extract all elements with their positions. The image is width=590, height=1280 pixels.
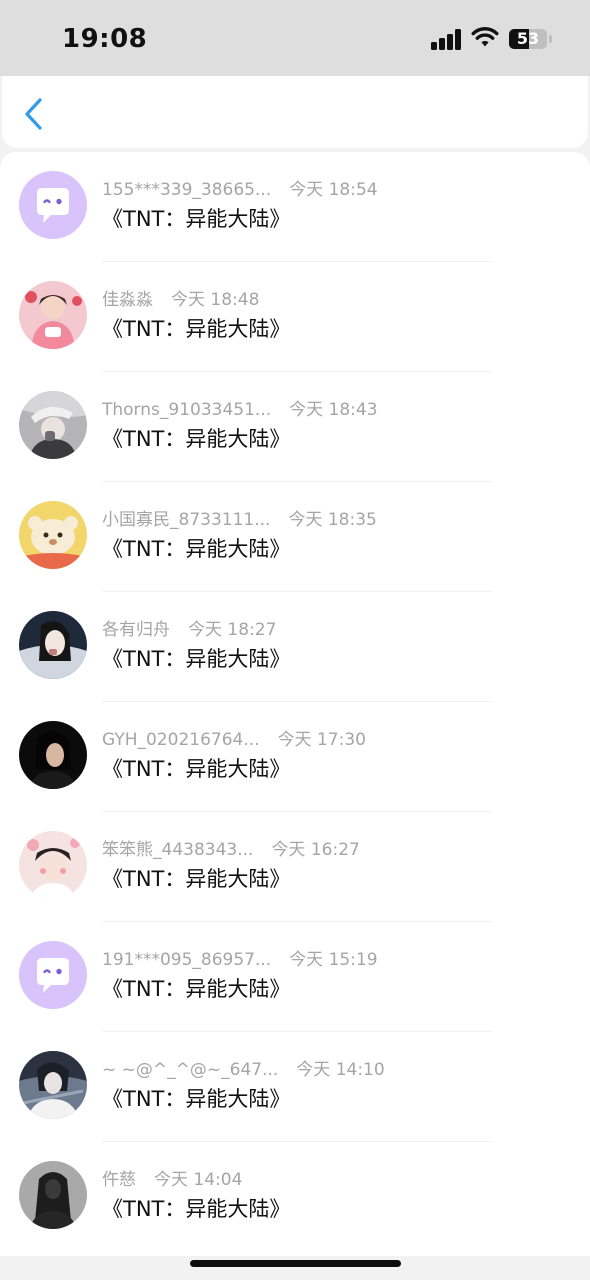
message-preview: 《TNT：异能大陆》	[102, 207, 291, 231]
message-preview: 《TNT：异能大陆》	[102, 1087, 291, 1111]
item-meta: 仵慈 今天 14:04	[102, 1168, 242, 1192]
message-preview: 《TNT：异能大陆》	[102, 647, 291, 671]
list-item[interactable]: 佳淼淼 今天 18:48 《TNT：异能大陆》	[0, 262, 590, 372]
sender-name: 仵慈	[102, 1170, 136, 1190]
battery-cap	[549, 35, 552, 43]
avatar	[19, 391, 87, 459]
timestamp: 今天 14:04	[154, 1170, 243, 1190]
timestamp: 今天 18:54	[289, 180, 378, 200]
avatar	[19, 831, 87, 899]
list-item[interactable]: 笨笨熊_4438343... 今天 16:27 《TNT：异能大陆》	[0, 812, 590, 922]
status-time: 19:08	[62, 24, 148, 54]
screen: 19:08 53 155***339_38665... 今天 18:54 《TN…	[0, 0, 590, 1280]
item-meta: GYH_020216764... 今天 17:30	[102, 728, 366, 752]
sender-name: 各有归舟	[102, 620, 170, 640]
list-item[interactable]: 仵慈 今天 14:04 《TNT：异能大陆》	[0, 1142, 590, 1252]
sender-name: 佳淼淼	[102, 290, 153, 310]
sender-name: 小国寡民_8733111...	[102, 510, 271, 530]
avatar	[19, 611, 87, 679]
message-preview: 《TNT：异能大陆》	[102, 977, 291, 1001]
home-indicator	[190, 1260, 401, 1267]
timestamp: 今天 16:27	[271, 840, 360, 860]
profile-photo	[19, 611, 87, 679]
sender-name: 笨笨熊_4438343...	[102, 840, 254, 860]
signal-icon	[431, 28, 463, 50]
timestamp: 今天 18:43	[289, 400, 378, 420]
profile-photo	[19, 391, 87, 459]
profile-photo	[19, 501, 87, 569]
message-preview: 《TNT：异能大陆》	[102, 1197, 291, 1221]
wifi-icon	[471, 27, 499, 47]
message-preview: 《TNT：异能大陆》	[102, 427, 291, 451]
list-item[interactable]: GYH_020216764... 今天 17:30 《TNT：异能大陆》	[0, 702, 590, 812]
profile-photo	[19, 831, 87, 899]
back-button[interactable]	[16, 96, 52, 132]
avatar	[19, 941, 87, 1009]
item-meta: ~ ~@^_^@~_647... 今天 14:10	[102, 1058, 385, 1082]
list-item[interactable]: 各有归舟 今天 18:27 《TNT：异能大陆》	[0, 592, 590, 702]
item-meta: 小国寡民_8733111... 今天 18:35	[102, 508, 377, 532]
item-meta: Thorns_91033451... 今天 18:43	[102, 398, 378, 422]
sender-name: GYH_020216764...	[102, 730, 260, 750]
list-item[interactable]: 155***339_38665... 今天 18:54 《TNT：异能大陆》	[0, 152, 590, 262]
message-list: 155***339_38665... 今天 18:54 《TNT：异能大陆》 佳淼…	[0, 152, 590, 1256]
profile-photo	[19, 281, 87, 349]
battery-icon: 53	[509, 29, 547, 49]
list-item[interactable]: ~ ~@^_^@~_647... 今天 14:10 《TNT：异能大陆》	[0, 1032, 590, 1142]
sender-name: Thorns_91033451...	[102, 400, 272, 420]
sender-name: 155***339_38665...	[102, 180, 272, 200]
message-preview: 《TNT：异能大陆》	[102, 537, 291, 561]
battery-percentage: 53	[516, 29, 540, 48]
message-preview: 《TNT：异能大陆》	[102, 317, 291, 341]
timestamp: 今天 18:35	[288, 510, 377, 530]
item-meta: 191***095_86957... 今天 15:19	[102, 948, 378, 972]
chat-bubble-icon	[19, 171, 87, 239]
chat-bubble-icon	[19, 941, 87, 1009]
item-meta: 155***339_38665... 今天 18:54	[102, 178, 378, 202]
list-item[interactable]: Thorns_91033451... 今天 18:43 《TNT：异能大陆》	[0, 372, 590, 482]
profile-photo	[19, 1051, 87, 1119]
profile-photo	[19, 721, 87, 789]
status-bar: 19:08 53	[0, 0, 590, 76]
timestamp: 今天 15:19	[289, 950, 378, 970]
list-item[interactable]: 小国寡民_8733111... 今天 18:35 《TNT：异能大陆》	[0, 482, 590, 592]
message-preview: 《TNT：异能大陆》	[102, 867, 291, 891]
item-meta: 各有归舟 今天 18:27	[102, 618, 276, 642]
avatar	[19, 171, 87, 239]
timestamp: 今天 18:48	[171, 290, 260, 310]
profile-photo	[19, 1161, 87, 1229]
nav-bar	[2, 76, 588, 148]
list-item[interactable]: 191***095_86957... 今天 15:19 《TNT：异能大陆》	[0, 922, 590, 1032]
avatar	[19, 721, 87, 789]
avatar	[19, 1161, 87, 1229]
item-meta: 笨笨熊_4438343... 今天 16:27	[102, 838, 360, 862]
sender-name: 191***095_86957...	[102, 950, 272, 970]
avatar	[19, 281, 87, 349]
avatar	[19, 501, 87, 569]
message-preview: 《TNT：异能大陆》	[102, 757, 291, 781]
sender-name: ~ ~@^_^@~_647...	[102, 1060, 279, 1080]
item-meta: 佳淼淼 今天 18:48	[102, 288, 259, 312]
timestamp: 今天 17:30	[277, 730, 366, 750]
timestamp: 今天 14:10	[296, 1060, 385, 1080]
chevron-left-icon	[25, 98, 42, 130]
avatar	[19, 1051, 87, 1119]
timestamp: 今天 18:27	[188, 620, 277, 640]
